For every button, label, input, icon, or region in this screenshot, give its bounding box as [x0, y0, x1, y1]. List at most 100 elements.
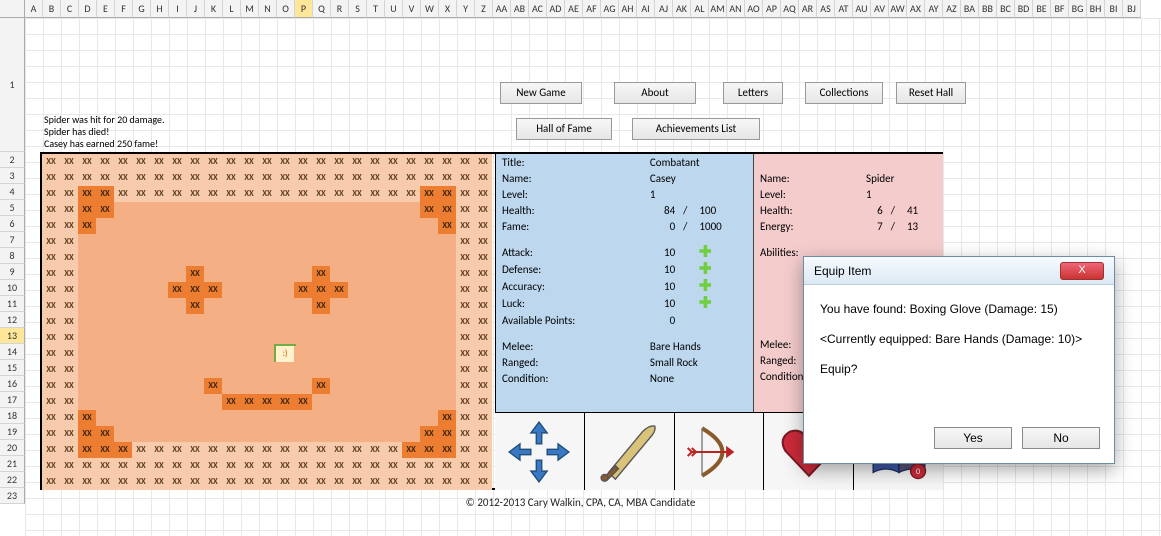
map-cell[interactable]: XX: [258, 474, 276, 490]
map-cell[interactable]: [78, 234, 96, 250]
map-cell[interactable]: [150, 410, 168, 426]
column-header[interactable]: A: [25, 0, 43, 18]
map-cell[interactable]: [330, 218, 348, 234]
column-header[interactable]: C: [61, 0, 79, 18]
map-cell[interactable]: XX: [240, 394, 258, 410]
map-cell[interactable]: XX: [60, 330, 78, 346]
map-cell[interactable]: [276, 426, 294, 442]
row-header[interactable]: 19: [0, 424, 25, 440]
map-cell[interactable]: XX: [60, 234, 78, 250]
map-cell[interactable]: [150, 282, 168, 298]
map-cell[interactable]: XX: [168, 458, 186, 474]
map-cell[interactable]: XX: [474, 362, 492, 378]
map-cell[interactable]: [402, 266, 420, 282]
map-cell[interactable]: [240, 250, 258, 266]
column-header[interactable]: S: [349, 0, 367, 18]
map-cell[interactable]: XX: [366, 170, 384, 186]
map-cell[interactable]: [312, 250, 330, 266]
column-header[interactable]: BF: [1051, 0, 1069, 18]
map-cell[interactable]: XX: [42, 154, 60, 170]
map-cell[interactable]: XX: [384, 474, 402, 490]
map-cell[interactable]: XX: [294, 458, 312, 474]
map-cell[interactable]: [240, 378, 258, 394]
map-cell[interactable]: XX: [222, 442, 240, 458]
map-cell[interactable]: XX: [366, 154, 384, 170]
column-header[interactable]: AU: [853, 0, 871, 18]
map-cell[interactable]: XX: [240, 474, 258, 490]
map-cell[interactable]: XX: [114, 458, 132, 474]
row-header[interactable]: 9: [0, 264, 25, 280]
map-cell[interactable]: XX: [186, 298, 204, 314]
map-cell[interactable]: [204, 394, 222, 410]
map-cell[interactable]: XX: [276, 154, 294, 170]
column-header[interactable]: AT: [835, 0, 853, 18]
map-cell[interactable]: XX: [60, 218, 78, 234]
map-cell[interactable]: [78, 266, 96, 282]
map-cell[interactable]: XX: [384, 442, 402, 458]
map-cell[interactable]: [150, 234, 168, 250]
map-cell[interactable]: XX: [456, 266, 474, 282]
column-header[interactable]: AF: [583, 0, 601, 18]
map-cell[interactable]: XX: [42, 218, 60, 234]
row-header[interactable]: 4: [0, 184, 25, 200]
map-cell[interactable]: [204, 234, 222, 250]
map-cell[interactable]: XX: [456, 330, 474, 346]
map-cell[interactable]: XX: [60, 314, 78, 330]
row-header[interactable]: 7: [0, 232, 25, 248]
map-cell[interactable]: [312, 410, 330, 426]
map-cell[interactable]: XX: [438, 442, 456, 458]
map-cell[interactable]: [204, 346, 222, 362]
map-cell[interactable]: XX: [240, 442, 258, 458]
column-header[interactable]: R: [331, 0, 349, 18]
map-cell[interactable]: XX: [276, 458, 294, 474]
map-cell[interactable]: [150, 378, 168, 394]
map-cell[interactable]: [330, 410, 348, 426]
map-cell[interactable]: [186, 378, 204, 394]
player-marker[interactable]: :): [276, 346, 294, 362]
column-header[interactable]: W: [421, 0, 439, 18]
column-header[interactable]: AD: [547, 0, 565, 18]
map-cell[interactable]: [348, 362, 366, 378]
map-cell[interactable]: [114, 234, 132, 250]
map-cell[interactable]: [294, 410, 312, 426]
map-cell[interactable]: XX: [402, 458, 420, 474]
map-cell[interactable]: XX: [60, 154, 78, 170]
map-cell[interactable]: XX: [438, 426, 456, 442]
map-cell[interactable]: XX: [456, 250, 474, 266]
map-cell[interactable]: XX: [204, 458, 222, 474]
map-cell[interactable]: [366, 378, 384, 394]
map-cell[interactable]: [366, 330, 384, 346]
map-cell[interactable]: [78, 394, 96, 410]
map-cell[interactable]: [150, 314, 168, 330]
map-cell[interactable]: [258, 298, 276, 314]
map-cell[interactable]: [384, 250, 402, 266]
map-cell[interactable]: [204, 426, 222, 442]
map-cell[interactable]: [114, 410, 132, 426]
map-cell[interactable]: [312, 234, 330, 250]
map-cell[interactable]: [366, 314, 384, 330]
column-header[interactable]: AL: [691, 0, 709, 18]
map-cell[interactable]: [348, 378, 366, 394]
map-cell[interactable]: [168, 250, 186, 266]
map-cell[interactable]: XX: [348, 154, 366, 170]
map-cell[interactable]: [402, 346, 420, 362]
map-cell[interactable]: [258, 202, 276, 218]
column-header[interactable]: Y: [457, 0, 475, 18]
map-cell[interactable]: [276, 314, 294, 330]
map-cell[interactable]: XX: [204, 378, 222, 394]
map-cell[interactable]: [132, 410, 150, 426]
map-cell[interactable]: [114, 282, 132, 298]
melee-action[interactable]: [584, 413, 674, 490]
map-cell[interactable]: [96, 234, 114, 250]
map-cell[interactable]: [438, 250, 456, 266]
map-cell[interactable]: [420, 314, 438, 330]
map-cell[interactable]: [258, 426, 276, 442]
map-cell[interactable]: XX: [60, 458, 78, 474]
map-cell[interactable]: XX: [96, 154, 114, 170]
map-cell[interactable]: [132, 394, 150, 410]
column-header[interactable]: BC: [997, 0, 1015, 18]
map-cell[interactable]: XX: [132, 186, 150, 202]
map-cell[interactable]: [168, 266, 186, 282]
map-cell[interactable]: XX: [42, 282, 60, 298]
map-cell[interactable]: [366, 346, 384, 362]
